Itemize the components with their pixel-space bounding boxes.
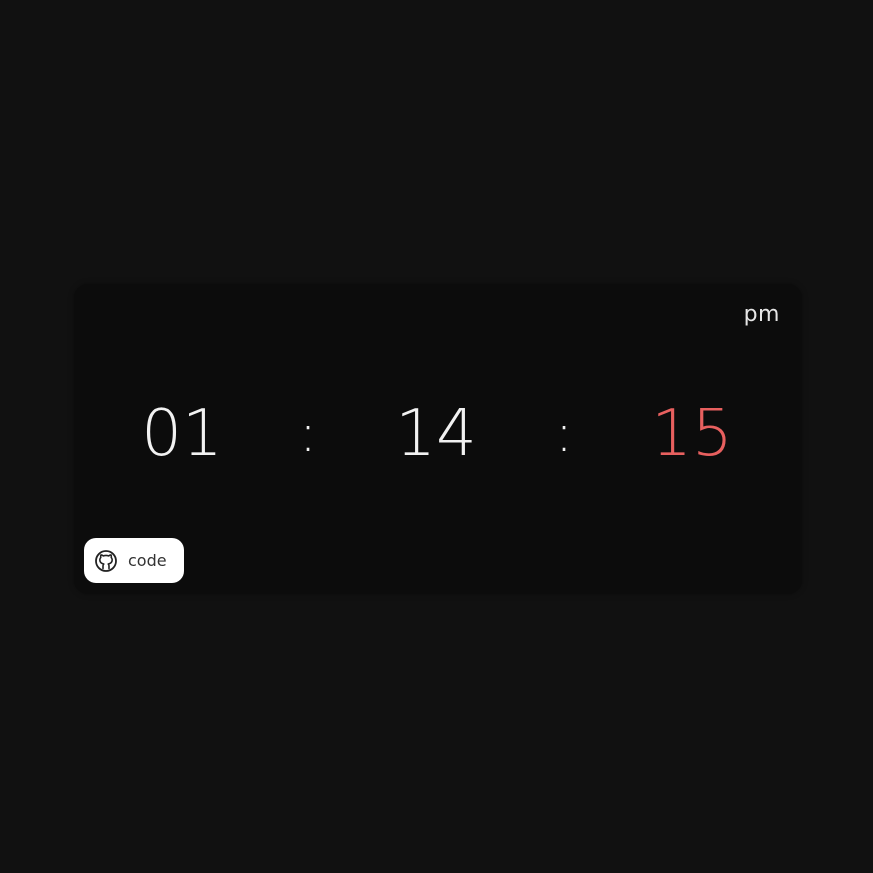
- time-separator: :: [299, 404, 317, 464]
- seconds-value: 15: [651, 397, 733, 471]
- am-pm-indicator: pm: [743, 302, 780, 327]
- hours-value: 01: [141, 397, 223, 471]
- time-separator: :: [555, 404, 573, 464]
- code-button[interactable]: code: [84, 538, 184, 583]
- minutes-value: 14: [395, 397, 477, 471]
- clock-card: pm 01 : 14 : 15 code: [74, 284, 802, 594]
- time-display: 01 : 14 : 15: [74, 392, 802, 476]
- page: pm 01 : 14 : 15 code: [0, 0, 873, 873]
- code-button-label: code: [128, 551, 167, 570]
- github-icon: [94, 549, 118, 573]
